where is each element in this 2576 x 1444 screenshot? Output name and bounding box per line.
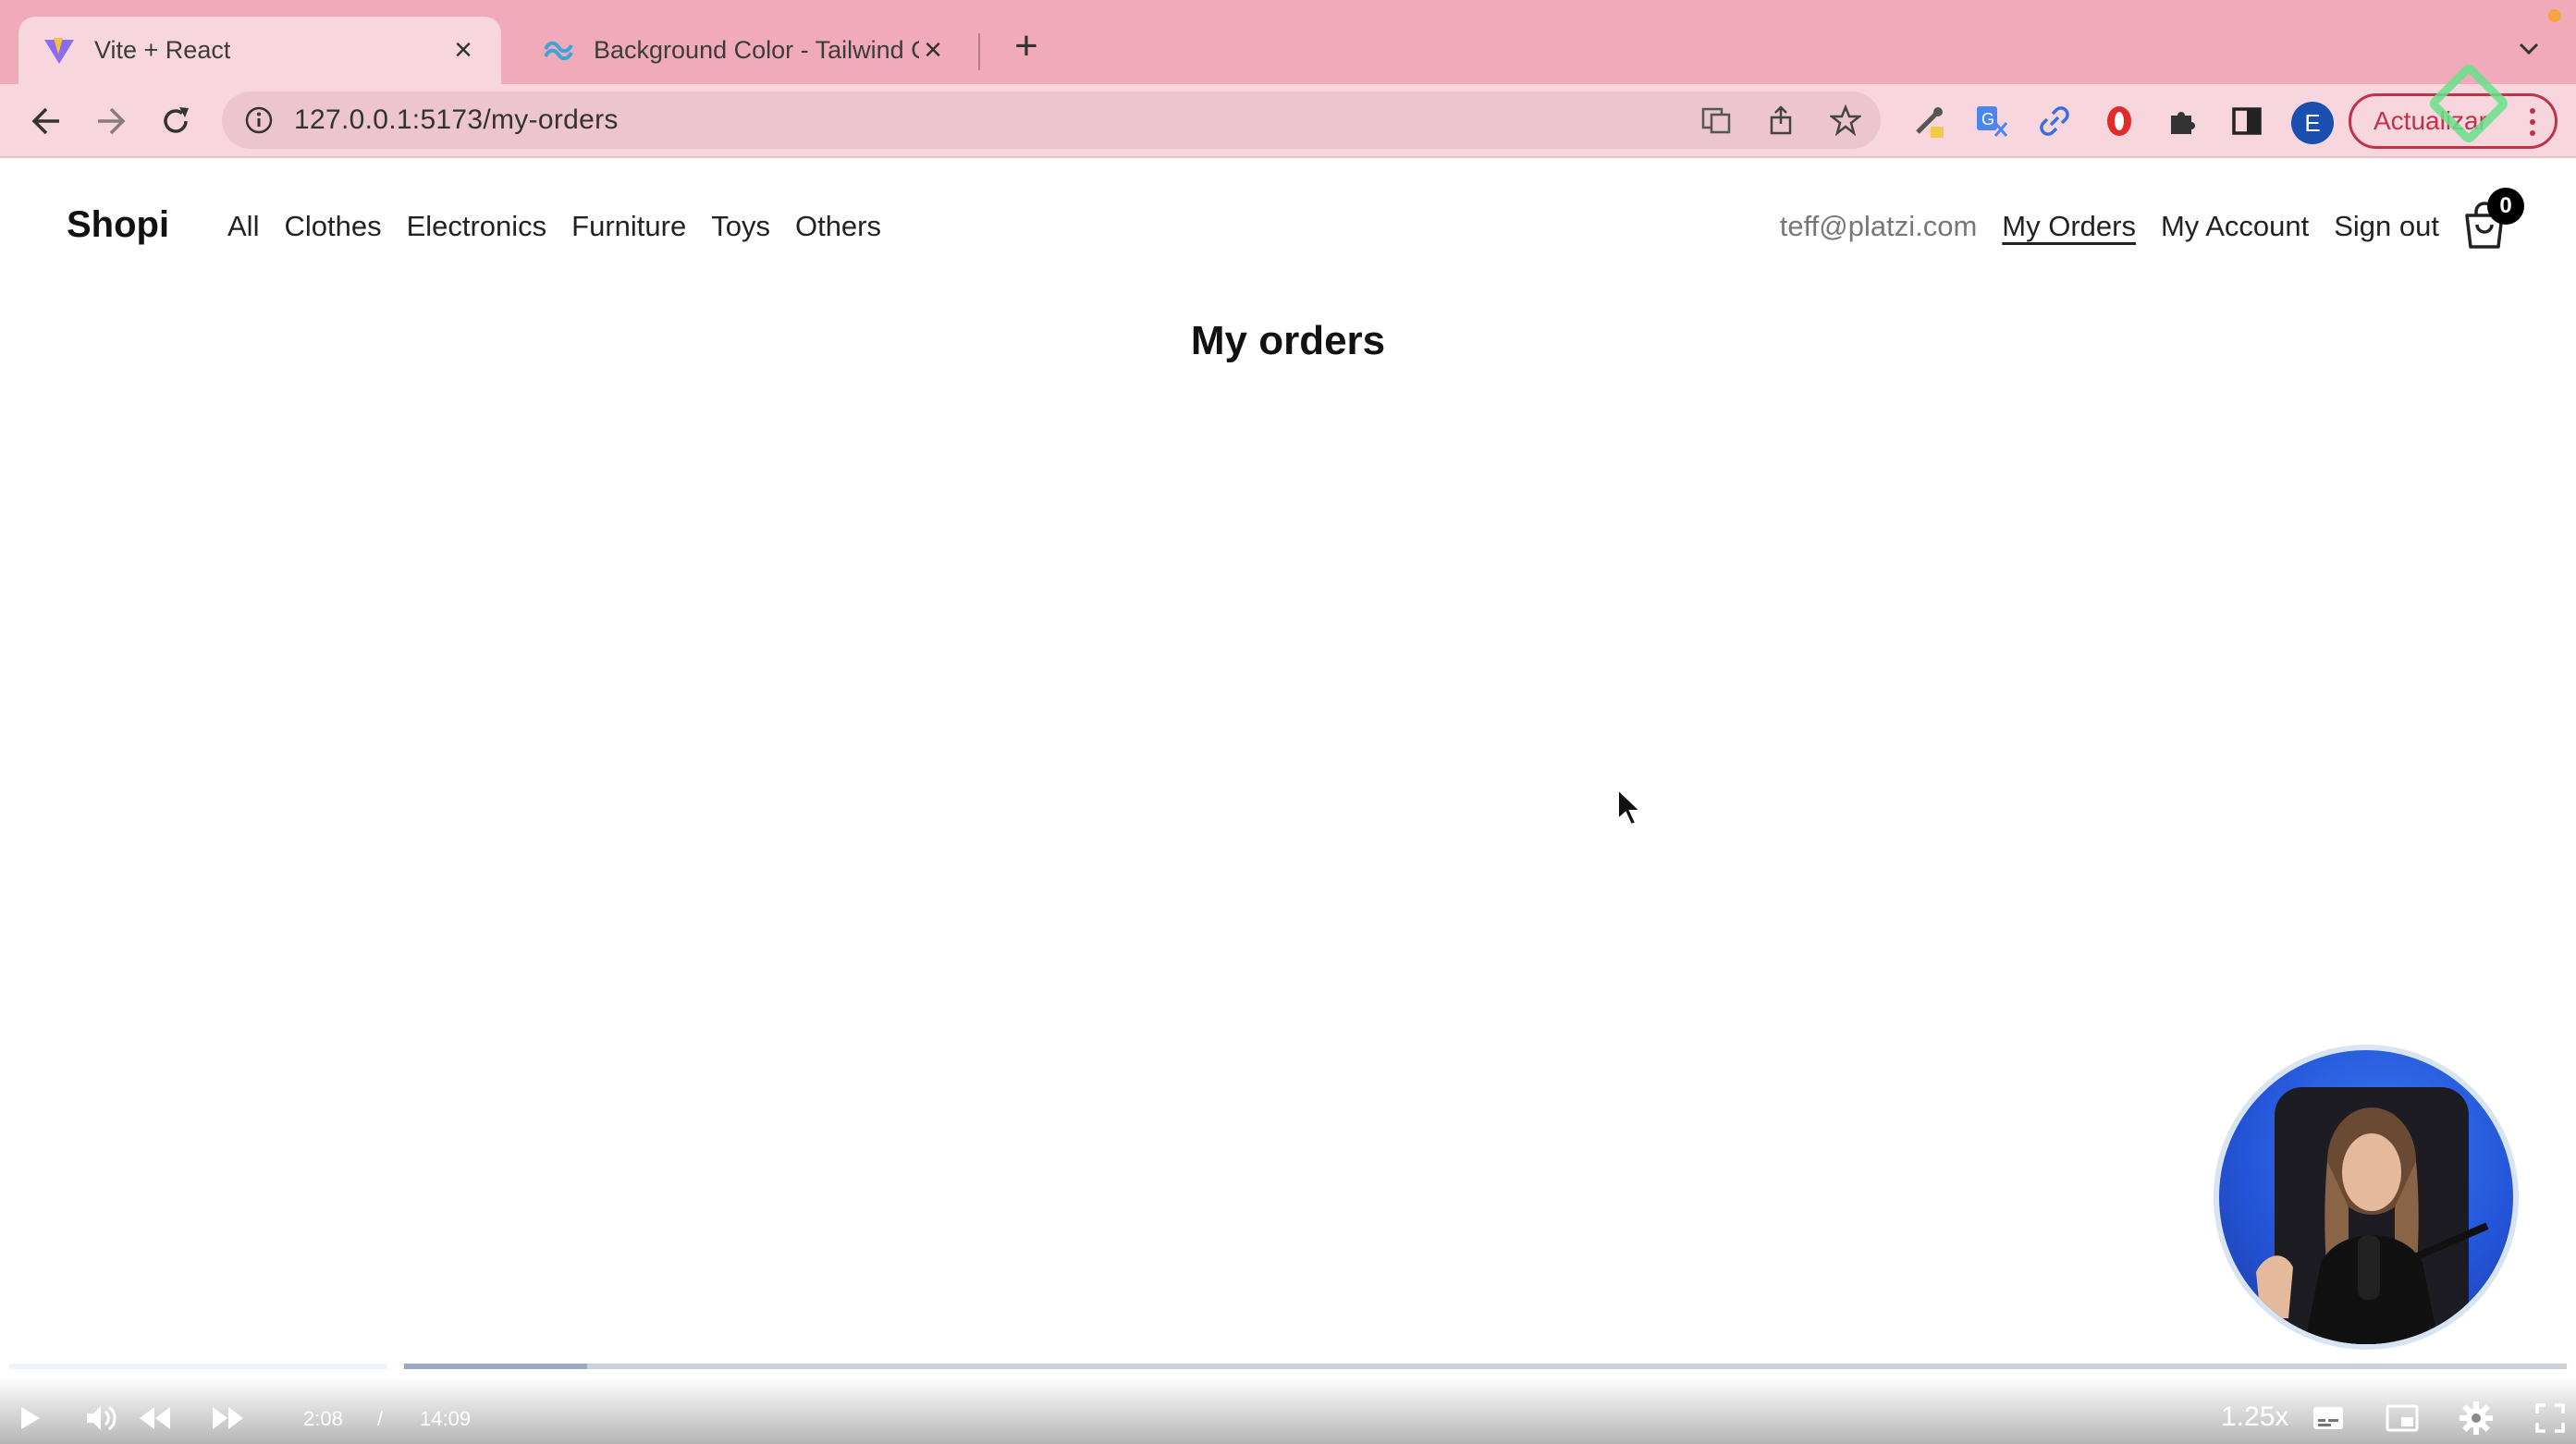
url-text: 127.0.0.1:5173/my-orders (294, 104, 619, 135)
browser-tab-strip: Vite + React × Background Color - Tailwi… (0, 0, 2576, 84)
playback-speed[interactable]: 1.25x (2221, 1401, 2288, 1433)
tab-title: Vite + React (94, 36, 231, 64)
back-button[interactable] (28, 103, 65, 140)
bookmark-star-icon[interactable] (1827, 102, 1864, 139)
category-nav: All Clothes Electronics Furniture Toys O… (227, 210, 881, 243)
tab-tailwind[interactable]: Background Color - Tailwind CSS × (518, 17, 971, 84)
fullscreen-button[interactable] (2530, 1398, 2570, 1438)
forward-button[interactable] (92, 103, 129, 140)
user-email: teff@platzi.com (1779, 210, 1978, 242)
side-panel-icon[interactable] (2226, 101, 2267, 141)
info-icon[interactable] (244, 105, 274, 135)
tab-vite-react[interactable]: Vite + React × (18, 17, 501, 84)
play-button[interactable] (9, 1398, 50, 1438)
kebab-menu-icon[interactable] (2523, 105, 2542, 139)
address-bar[interactable]: 127.0.0.1:5173/my-orders (222, 92, 1881, 149)
volume-icon (87, 1405, 117, 1431)
chevron-down-icon[interactable] (2513, 33, 2545, 65)
captions-button[interactable] (2308, 1398, 2349, 1438)
translate-extension-icon[interactable]: G (1971, 101, 2012, 141)
app-navbar: Shopi All Clothes Electronics Furniture … (0, 160, 2576, 295)
play-icon (21, 1407, 40, 1429)
presenter-video-bubble (2214, 1045, 2519, 1350)
nav-link-all[interactable]: All (227, 210, 259, 243)
fullscreen-icon (2535, 1403, 2565, 1433)
nav-link-toys[interactable]: Toys (711, 210, 770, 243)
nav-link-others[interactable]: Others (795, 210, 881, 243)
extensions-puzzle-icon[interactable] (2162, 101, 2202, 141)
video-played-bar (9, 1364, 396, 1369)
duration: 14:09 (420, 1407, 472, 1430)
forward-skip-button[interactable] (207, 1398, 248, 1438)
tab-divider (978, 33, 980, 70)
captions-icon (2313, 1407, 2343, 1429)
rewind-button[interactable] (135, 1398, 176, 1438)
account-nav: teff@platzi.com My Orders My Account Sig… (1780, 210, 2439, 243)
picture-in-picture-button[interactable] (2382, 1398, 2423, 1438)
browser-toolbar: 127.0.0.1:5173/my-orders G E Actualizar (0, 84, 2576, 158)
settings-button[interactable] (2456, 1398, 2496, 1438)
brand-logo[interactable]: Shopi (67, 204, 169, 246)
close-icon[interactable]: × (449, 32, 477, 67)
update-indicator-dot (2548, 9, 2561, 22)
arrow-left-icon (31, 107, 59, 135)
gear-icon (2459, 1401, 2493, 1435)
vite-icon (44, 37, 74, 64)
presenter-image (2256, 1087, 2489, 1344)
video-controls-bar: 2:08 / 14:09 1.25x (0, 1377, 2576, 1444)
nav-link-my-orders[interactable]: My Orders (2002, 210, 2136, 243)
new-tab-button[interactable]: + (1008, 26, 1045, 68)
eyedropper-extension-icon[interactable] (1908, 101, 1949, 141)
reload-button[interactable] (157, 103, 194, 140)
nav-link-sign-out[interactable]: Sign out (2334, 210, 2439, 243)
arrow-right-icon (98, 107, 126, 135)
nav-link-electronics[interactable]: Electronics (407, 210, 547, 243)
translate-icon[interactable] (1698, 102, 1735, 139)
tab-title: Background Color - Tailwind CSS (594, 36, 919, 64)
fast-forward-icon (213, 1407, 243, 1429)
tailwind-icon (544, 41, 573, 60)
picture-in-picture-icon (2386, 1404, 2419, 1432)
svg-text:G: G (1981, 110, 1994, 128)
profile-avatar[interactable]: E (2291, 102, 2334, 144)
rewind-icon (140, 1407, 170, 1429)
nav-link-furniture[interactable]: Furniture (571, 210, 686, 243)
share-icon[interactable] (1762, 102, 1799, 139)
video-scrubber-handle[interactable] (387, 1358, 404, 1375)
link-extension-icon[interactable] (2034, 101, 2075, 141)
reload-icon (164, 107, 189, 133)
adblock-extension-icon[interactable] (2099, 101, 2140, 141)
mouse-cursor-icon (1617, 788, 1643, 826)
nav-link-clothes[interactable]: Clothes (284, 210, 381, 243)
page-title: My orders (1190, 318, 1386, 363)
nav-link-my-account[interactable]: My Account (2161, 210, 2309, 243)
close-icon[interactable]: × (919, 32, 947, 67)
volume-button[interactable] (80, 1398, 120, 1438)
cart-count-badge: 0 (2487, 188, 2524, 225)
time-separator: / (377, 1407, 384, 1430)
current-time: 2:08 (303, 1407, 343, 1430)
